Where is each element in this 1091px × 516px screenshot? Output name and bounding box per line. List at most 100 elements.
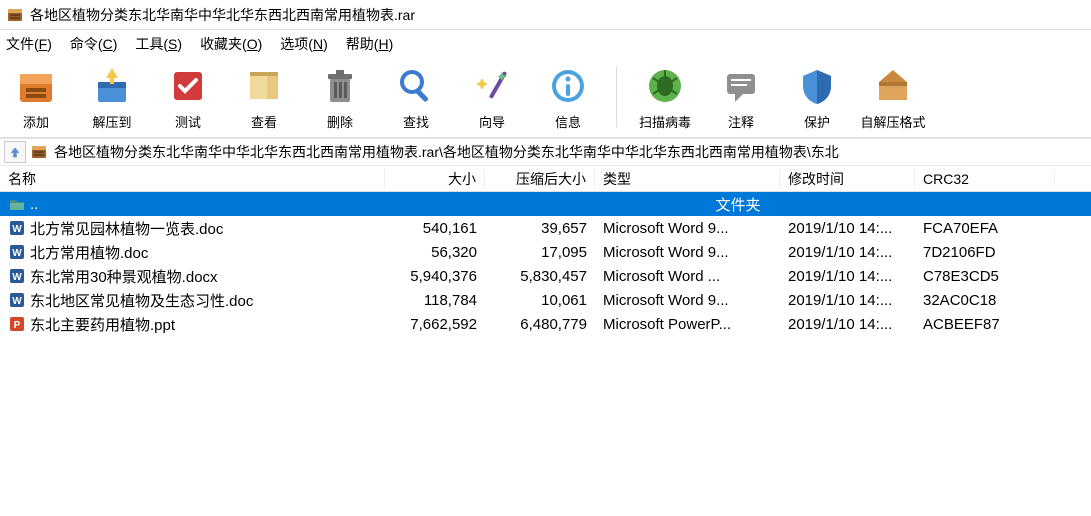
- word-icon: [8, 219, 26, 237]
- file-list[interactable]: ..文件夹北方常见园林植物一览表.doc540,16139,657Microso…: [0, 192, 1091, 516]
- word-icon: [8, 267, 26, 285]
- file-packed: 10,061: [485, 292, 595, 309]
- view-button[interactable]: 查看: [236, 62, 292, 131]
- file-crc: FCA70EFA: [915, 220, 1055, 237]
- pathbar: 各地区植物分类东北华南华中华北华东西北西南常用植物表.rar\各地区植物分类东北…: [0, 138, 1091, 166]
- file-row[interactable]: 北方常用植物.doc 56,32017,095Microsoft Word 9..…: [0, 240, 1091, 264]
- extract-button[interactable]: 解压到: [84, 62, 140, 131]
- file-row[interactable]: 东北常用30种景观植物.docx 5,940,3765,830,457Micros…: [0, 264, 1091, 288]
- file-type: Microsoft Word 9...: [595, 244, 780, 261]
- file-type: Microsoft Word 9...: [595, 292, 780, 309]
- file-crc: ACBEEF87: [915, 316, 1055, 333]
- file-row[interactable]: 北方常见园林植物一览表.doc 540,16139,657Microsoft Wo…: [0, 216, 1091, 240]
- file-type: Microsoft PowerP...: [595, 316, 780, 333]
- test-button[interactable]: 测试: [160, 62, 216, 131]
- info-icon: [544, 62, 592, 110]
- path-rar-icon: [30, 143, 48, 161]
- parent-name: ..: [30, 196, 38, 213]
- toolbar-label: 添加: [23, 112, 49, 131]
- menu-item[interactable]: 收藏夹(O): [200, 34, 262, 54]
- file-modified: 2019/1/10 14:...: [780, 244, 915, 261]
- col-header-type[interactable]: 类型: [595, 169, 780, 189]
- up-button[interactable]: [4, 141, 26, 163]
- delete-button[interactable]: 删除: [312, 62, 368, 131]
- word-icon: [8, 243, 26, 261]
- up-arrow-icon: [7, 144, 23, 160]
- file-type: Microsoft Word 9...: [595, 220, 780, 237]
- scan-icon: [641, 62, 689, 110]
- ppt-icon: [8, 315, 26, 333]
- delete-icon: [316, 62, 364, 110]
- info-button[interactable]: 信息: [540, 62, 596, 131]
- comment-icon: [717, 62, 765, 110]
- file-size: 7,662,592: [385, 316, 485, 333]
- toolbar-label: 测试: [175, 112, 201, 131]
- parent-folder-row[interactable]: .. 文件夹: [0, 192, 1091, 216]
- menubar: 文件(F) 命令(C) 工具(S) 收藏夹(O) 选项(N) 帮助(H): [0, 30, 1091, 58]
- col-header-crc[interactable]: CRC32: [915, 171, 1055, 187]
- window-title: 各地区植物分类东北华南华中华北华东西北西南常用植物表.rar: [30, 5, 415, 25]
- file-name: 东北主要药用植物.ppt: [30, 314, 175, 335]
- titlebar: 各地区植物分类东北华南华中华北华东西北西南常用植物表.rar: [0, 0, 1091, 30]
- toolbar-label: 删除: [327, 112, 353, 131]
- file-packed: 5,830,457: [485, 268, 595, 285]
- file-modified: 2019/1/10 14:...: [780, 220, 915, 237]
- find-icon: [392, 62, 440, 110]
- find-button[interactable]: 查找: [388, 62, 444, 131]
- test-icon: [164, 62, 212, 110]
- menu-item[interactable]: 选项(N): [280, 34, 327, 54]
- file-name: 东北地区常见植物及生态习性.doc: [30, 290, 253, 311]
- file-name: 东北常用30种景观植物.docx: [30, 266, 218, 287]
- protect-icon: [793, 62, 841, 110]
- extract-icon: [88, 62, 136, 110]
- col-header-size[interactable]: 大小: [385, 169, 485, 189]
- wizard-button[interactable]: 向导: [464, 62, 520, 131]
- file-row[interactable]: 东北主要药用植物.ppt 7,662,5926,480,779Microsoft …: [0, 312, 1091, 336]
- file-modified: 2019/1/10 14:...: [780, 268, 915, 285]
- scan-button[interactable]: 扫描病毒: [637, 62, 693, 131]
- folder-icon: [8, 195, 26, 213]
- toolbar-label: 扫描病毒: [639, 112, 691, 131]
- file-size: 5,940,376: [385, 268, 485, 285]
- file-name: 北方常见园林植物一览表.doc: [30, 218, 223, 239]
- file-packed: 17,095: [485, 244, 595, 261]
- toolbar-label: 向导: [479, 112, 505, 131]
- parent-type: 文件夹: [385, 194, 1091, 215]
- toolbar-label: 信息: [555, 112, 581, 131]
- path-text[interactable]: 各地区植物分类东北华南华中华北华东西北西南常用植物表.rar\各地区植物分类东北…: [54, 142, 1087, 162]
- col-header-modified[interactable]: 修改时间: [780, 169, 915, 189]
- toolbar-label: 注释: [728, 112, 754, 131]
- menu-item[interactable]: 文件(F): [6, 34, 52, 54]
- app-rar-icon: [6, 6, 24, 24]
- file-crc: 32AC0C18: [915, 292, 1055, 309]
- protect-button[interactable]: 保护: [789, 62, 845, 131]
- toolbar-label: 自解压格式: [861, 112, 926, 131]
- word-icon: [8, 291, 26, 309]
- file-size: 56,320: [385, 244, 485, 261]
- file-size: 118,784: [385, 292, 485, 309]
- file-row[interactable]: 东北地区常见植物及生态习性.doc 118,78410,061Microsoft …: [0, 288, 1091, 312]
- sfx-icon: [869, 62, 917, 110]
- menu-item[interactable]: 帮助(H): [346, 34, 393, 54]
- file-type: Microsoft Word ...: [595, 268, 780, 285]
- toolbar: 添加 解压到 测试 查看删除 查找 向导 信息 扫描病毒 注释 保护 自解压格式: [0, 58, 1091, 138]
- file-packed: 39,657: [485, 220, 595, 237]
- file-name: 北方常用植物.doc: [30, 242, 148, 263]
- file-modified: 2019/1/10 14:...: [780, 292, 915, 309]
- toolbar-label: 查找: [403, 112, 429, 131]
- view-icon: [240, 62, 288, 110]
- file-packed: 6,480,779: [485, 316, 595, 333]
- col-header-name[interactable]: 名称: [0, 169, 385, 189]
- menu-item[interactable]: 命令(C): [70, 34, 117, 54]
- add-icon: [12, 62, 60, 110]
- comment-button[interactable]: 注释: [713, 62, 769, 131]
- add-button[interactable]: 添加: [8, 62, 64, 131]
- col-header-packed[interactable]: 压缩后大小: [485, 169, 595, 189]
- file-crc: 7D2106FD: [915, 244, 1055, 261]
- toolbar-label: 解压到: [92, 112, 131, 131]
- menu-item[interactable]: 工具(S): [135, 34, 182, 54]
- sfx-button[interactable]: 自解压格式: [865, 62, 921, 131]
- toolbar-label: 保护: [804, 112, 830, 131]
- file-size: 540,161: [385, 220, 485, 237]
- wizard-icon: [468, 62, 516, 110]
